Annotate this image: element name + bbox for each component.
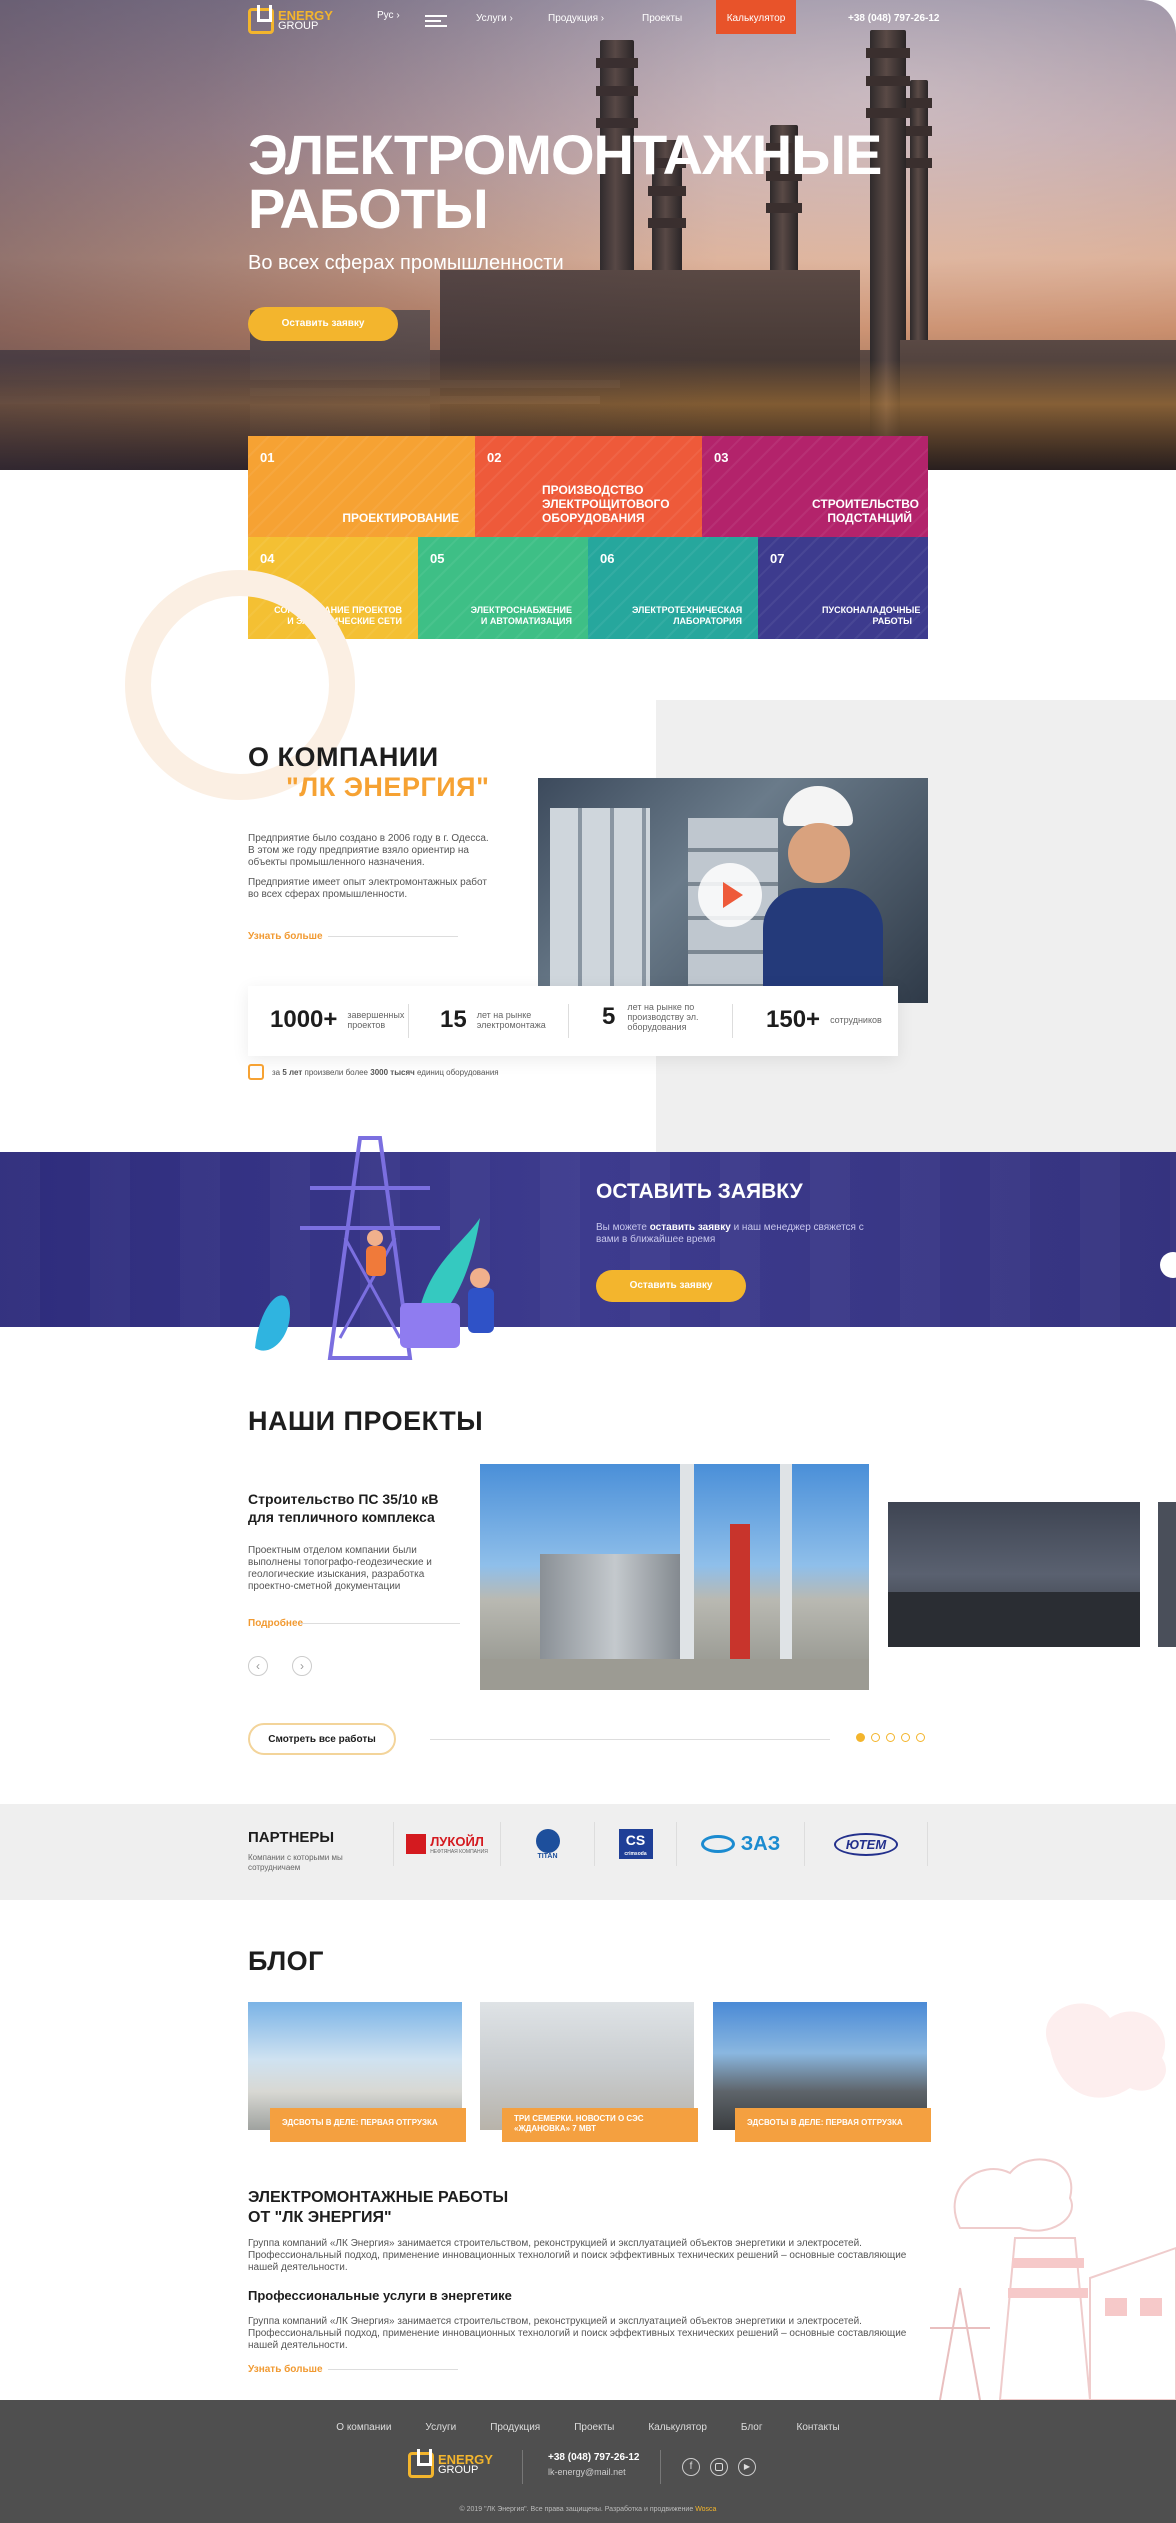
about-title-accent: "ЛК ЭНЕРГИЯ" [286, 772, 490, 802]
play-icon [723, 882, 743, 908]
pagination-dot[interactable] [916, 1733, 925, 1742]
about-paragraph-1: Предприятие было создано в 2006 году в г… [248, 833, 489, 868]
lang-switch[interactable]: Рус › [377, 10, 400, 21]
partner-logo-zaz[interactable]: ЗАЗ [676, 1822, 804, 1866]
stat-projects: 1000+ завершенных проектов [270, 1006, 405, 1033]
service-tile-substations[interactable]: 03 СТРОИТЕЛЬСТВО ПОДСТАНЦИЙ [702, 436, 928, 537]
play-button[interactable] [698, 863, 762, 927]
logo-mark-icon [408, 2449, 434, 2478]
about-paragraph-2: Предприятие имеет опыт электромонтажных … [248, 877, 487, 900]
divider [328, 2369, 458, 2370]
seo-more-link[interactable]: Узнать больше [248, 2364, 323, 2375]
about-title: О КОМПАНИИ [248, 742, 439, 772]
divider [300, 1623, 460, 1624]
stat-years: 15 лет на рынке электромонтажа [440, 1006, 546, 1033]
logo-mark-icon [248, 5, 274, 34]
seo-paragraph-1: Группа компаний «ЛК Энергия» занимается … [248, 2238, 907, 2273]
nav-item-services[interactable]: Услуги › [476, 13, 513, 24]
footer-link[interactable]: Услуги [425, 2422, 456, 2433]
footer-link[interactable]: Блог [741, 2422, 763, 2433]
partner-logo-crimsoda[interactable]: CS crimsoda [594, 1822, 676, 1866]
burger-menu-icon[interactable] [425, 15, 447, 27]
instagram-icon[interactable] [710, 2458, 728, 2476]
about-more-link[interactable]: Узнать больше [248, 931, 323, 942]
developer-link[interactable]: Wosca [695, 2506, 716, 2513]
service-tile-design[interactable]: 01 ПРОЕКТИРОВАНИЕ [248, 436, 475, 537]
request-button[interactable]: Оставить заявку [596, 1270, 746, 1302]
partner-logo-titan[interactable]: TITAN [500, 1822, 594, 1866]
request-text: Вы можете оставить заявку и наш менеджер… [596, 1222, 864, 1245]
hero-title: ЭЛЕКТРОМОНТАЖНЫЕ РАБОТЫ [248, 123, 882, 240]
footer-logo[interactable]: ENERGY GROUP [408, 2449, 493, 2478]
hero-subtitle: Во всех сферах промышленности [248, 252, 564, 274]
seo-subtitle: Профессиональные услуги в энергетике [248, 2288, 512, 2303]
all-projects-button[interactable]: Смотреть все работы [248, 1723, 396, 1755]
seo-paragraph-2: Группа компаний «ЛК Энергия» занимается … [248, 2316, 907, 2351]
footer-link[interactable]: Калькулятор [648, 2422, 707, 2433]
partners-title: ПАРТНЕРЫ [248, 1829, 335, 1846]
lukoil-icon [406, 1834, 427, 1854]
blog-post-title[interactable]: ЭДСВОТЫ В ДЕЛЕ: ПЕРВАЯ ОТГРУЗКА [270, 2108, 466, 2142]
stats-bar: 1000+ завершенных проектов 15 лет на рынке… [248, 986, 898, 1056]
about-note: за 5 лет произвели более 3000 тысяч един… [248, 1064, 499, 1080]
seo-title: ЭЛЕКТРОМОНТАЖНЫЕ РАБОТЫ ОТ "ЛК ЭНЕРГИЯ" [248, 2189, 509, 2226]
footer-link[interactable]: Контакты [797, 2422, 840, 2433]
slider-prev-button[interactable]: ‹ [248, 1656, 268, 1676]
request-illustration [250, 1108, 520, 1363]
footer-phone[interactable]: +38 (048) 797-26-12 [548, 2452, 639, 2463]
partner-logo-utem[interactable]: ЮТЕМ [804, 1822, 928, 1866]
project-description: Проектным отделом компании были выполнен… [248, 1545, 432, 1592]
partner-logo-lukoil[interactable]: ЛУКОЙЛ НЕФТЯНАЯ КОМПАНИЯ [393, 1822, 500, 1866]
slider-pagination[interactable] [856, 1733, 925, 1742]
footer-link[interactable]: Проекты [574, 2422, 614, 2433]
partners-subtitle: Компании с которыми мы сотрудничаем [248, 1853, 343, 1872]
footer-email[interactable]: lk-energy@mail.net [548, 2467, 626, 2477]
stat-employees: 150+ сотрудников [766, 1006, 882, 1033]
power-tower-illustration [255, 1136, 494, 1360]
factory-illustration [930, 2003, 1176, 2401]
service-tile-laboratory[interactable]: 06 ЭЛЕКТРОТЕХНИЧЕСКАЯ ЛАБОРАТОРИЯ [588, 537, 758, 639]
footer-nav: О компании Услуги Продукция Проекты Каль… [0, 2422, 1176, 2433]
calculator-button[interactable]: Калькулятор [716, 0, 796, 34]
nav-item-projects[interactable]: Проекты [642, 13, 682, 24]
footer: О компании Услуги Продукция Проекты Каль… [0, 2400, 1176, 2523]
footer-link[interactable]: О компании [336, 2422, 391, 2433]
divider [430, 1739, 830, 1740]
service-tile-commissioning[interactable]: 07 ПУСКОНАЛАДОЧНЫЕ РАБОТЫ [758, 537, 928, 639]
slider-next-button[interactable]: › [292, 1656, 312, 1676]
pagination-dot[interactable] [886, 1733, 895, 1742]
stat-production: 5 лет на рынке по производству эл. оборуд… [602, 1002, 699, 1032]
pagination-dot[interactable] [856, 1733, 865, 1742]
blog-post-title[interactable]: ТРИ СЕМЕРКИ. НОВОСТИ О СЭС «ЖДАНОВКА» 7 … [502, 2108, 698, 2142]
footer-link[interactable]: Продукция [490, 2422, 540, 2433]
blog-title: БЛОГ [248, 1946, 324, 1976]
header-phone[interactable]: +38 (048) 797-26-12 [848, 13, 939, 24]
copyright: © 2019 "ЛК Энергия". Все права защищены.… [459, 2506, 717, 2513]
blog-post-title[interactable]: ЭДСВОТЫ В ДЕЛЕ: ПЕРВАЯ ОТГРУЗКА [735, 2108, 931, 2142]
pagination-dot[interactable] [901, 1733, 910, 1742]
zaz-icon [700, 1835, 735, 1853]
project-image-main[interactable] [480, 1464, 869, 1690]
project-image-peek [1158, 1502, 1176, 1647]
youtube-icon[interactable]: ▶ [738, 2458, 756, 2476]
request-title: ОСТАВИТЬ ЗАЯВКУ [596, 1180, 803, 1203]
logo[interactable]: ENERGY GROUP [248, 5, 333, 34]
service-tile-production[interactable]: 02 ПРОИЗВОДСТВО ЭЛЕКТРОЩИТОВОГО ОБОРУДОВА… [475, 436, 702, 537]
titan-icon [535, 1828, 560, 1853]
pagination-dot[interactable] [871, 1733, 880, 1742]
about-video[interactable] [538, 778, 928, 1003]
project-more-link[interactable]: Подробнее [248, 1618, 303, 1629]
thumbs-up-icon [248, 1064, 264, 1080]
projects-title: НАШИ ПРОЕКТЫ [248, 1406, 484, 1436]
nav-item-products[interactable]: Продукция › [548, 13, 604, 24]
facebook-icon[interactable]: f [682, 2458, 700, 2476]
project-title: Строительство ПС 35/10 кВ для тепличного… [248, 1491, 439, 1525]
divider [328, 936, 458, 937]
project-image-next[interactable] [888, 1502, 1140, 1647]
service-tile-power-supply[interactable]: 05 ЭЛЕКТРОСНАБЖЕНИЕ И АВТОМАТИЗАЦИЯ [418, 537, 588, 639]
blog-background-illustration [900, 1988, 1176, 2401]
hero-cta-button[interactable]: Оставить заявку [248, 307, 398, 341]
request-section [0, 1152, 1176, 1327]
